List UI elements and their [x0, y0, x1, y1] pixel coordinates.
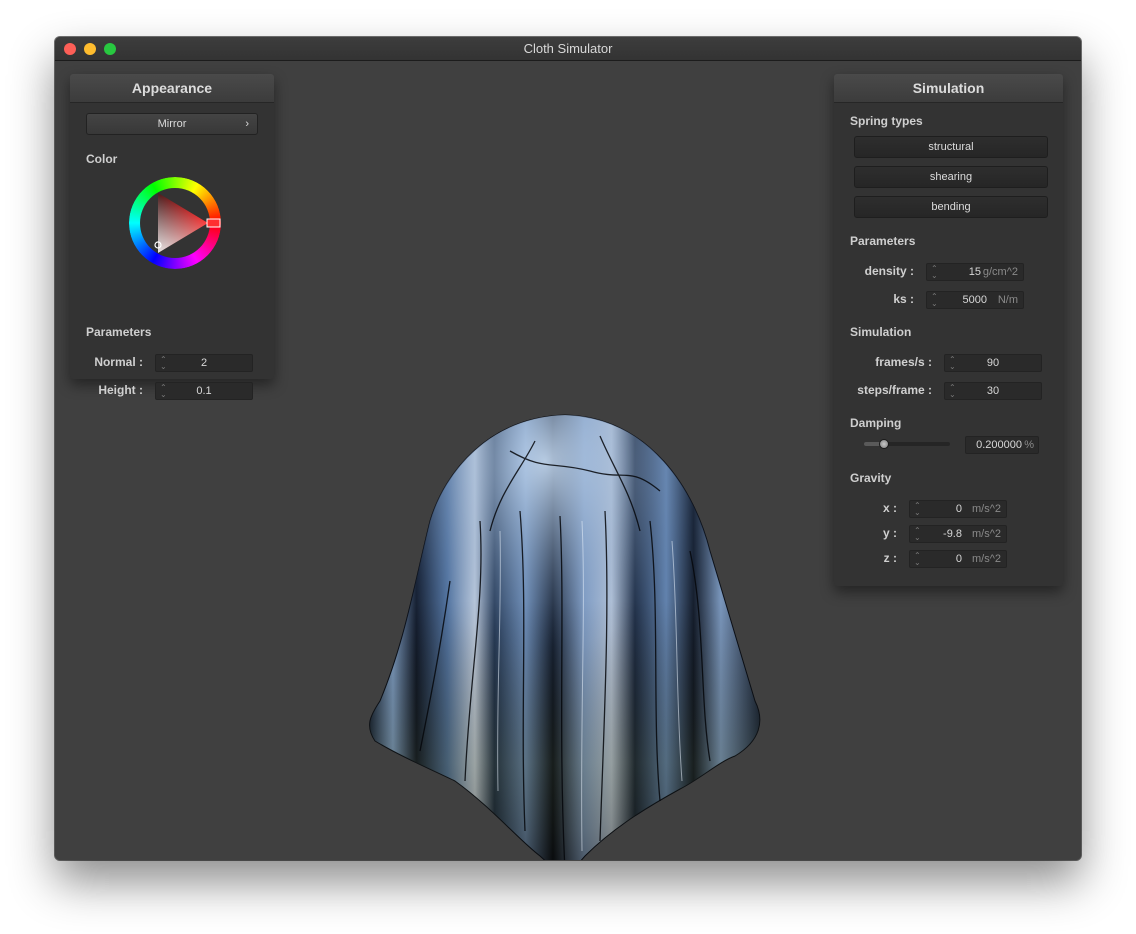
- gravity-z-unit: m/s^2: [972, 553, 1001, 565]
- height-field[interactable]: ⌃ ⌄ 0.1: [155, 382, 253, 400]
- spinner-icon[interactable]: ⌃ ⌄: [931, 265, 938, 280]
- simulation-section-label: Simulation: [850, 325, 912, 339]
- damping-slider-handle[interactable]: [879, 439, 890, 449]
- cloth-render: [369, 414, 761, 860]
- density-field[interactable]: ⌃ ⌄ 15 g/cm^2: [926, 263, 1024, 281]
- gravity-x-field[interactable]: ⌃ ⌄ 0 m/s^2: [909, 500, 1007, 518]
- steps-field[interactable]: ⌃ ⌄ 30: [944, 382, 1042, 400]
- spinner-icon[interactable]: ⌃ ⌄: [914, 552, 921, 567]
- app-window: Cloth Simulator Appearance Mirror › Colo…: [55, 37, 1081, 860]
- shader-select[interactable]: Mirror ›: [86, 113, 258, 135]
- shearing-toggle[interactable]: shearing: [854, 166, 1048, 188]
- density-unit: g/cm^2: [982, 266, 1018, 278]
- damping-label: Damping: [850, 416, 902, 430]
- color-label: Color: [86, 152, 118, 166]
- damping-field[interactable]: 0.200000 %: [965, 436, 1039, 454]
- spinner-icon[interactable]: ⌃ ⌄: [914, 502, 921, 517]
- density-label: density :: [864, 264, 914, 278]
- normal-field[interactable]: ⌃ ⌄ 2: [155, 354, 253, 372]
- ks-unit: N/m: [997, 294, 1018, 306]
- bending-toggle[interactable]: bending: [854, 196, 1048, 218]
- gravity-x-label: x :: [882, 501, 897, 515]
- density-value: 15: [968, 266, 981, 278]
- gravity-z-label: z :: [883, 551, 897, 565]
- gravity-y-unit: m/s^2: [972, 528, 1001, 540]
- normal-label: Normal :: [94, 355, 143, 369]
- normal-value: 2: [200, 357, 208, 369]
- steps-value: 30: [986, 385, 1000, 397]
- ks-field[interactable]: ⌃ ⌄ 5000 N/m: [926, 291, 1024, 309]
- spinner-icon[interactable]: ⌃ ⌄: [914, 527, 921, 542]
- title-bar: Cloth Simulator: [55, 37, 1081, 61]
- gravity-y-value: -9.8: [943, 528, 962, 540]
- appearance-parameters-label: Parameters: [86, 325, 152, 339]
- spinner-icon[interactable]: ⌃ ⌄: [931, 293, 938, 308]
- damping-unit: %: [1024, 439, 1034, 451]
- appearance-panel: Appearance Mirror › Color Parameters Nor…: [70, 74, 274, 400]
- fps-value: 90: [986, 357, 1000, 369]
- gravity-y-field[interactable]: ⌃ ⌄ -9.8 m/s^2: [909, 525, 1007, 543]
- fps-label: frames/s :: [875, 355, 932, 369]
- simulation-title: Simulation: [834, 74, 1063, 103]
- ks-label: ks :: [893, 292, 914, 306]
- damping-slider[interactable]: [864, 439, 950, 449]
- gravity-label: Gravity: [850, 471, 892, 485]
- gravity-x-unit: m/s^2: [972, 503, 1001, 515]
- structural-toggle[interactable]: structural: [854, 136, 1048, 158]
- fps-field[interactable]: ⌃ ⌄ 90: [944, 354, 1042, 372]
- spring-types-label: Spring types: [850, 114, 923, 128]
- color-wheel-icon[interactable]: [125, 175, 225, 271]
- gravity-y-label: y :: [882, 526, 897, 540]
- gravity-z-field[interactable]: ⌃ ⌄ 0 m/s^2: [909, 550, 1007, 568]
- ks-value: 5000: [962, 294, 987, 306]
- hue-handle[interactable]: [206, 218, 221, 228]
- gravity-z-value: 0: [955, 553, 962, 565]
- simulation-panel: Simulation Spring types structural shear…: [834, 74, 1063, 586]
- gravity-x-value: 0: [955, 503, 962, 515]
- appearance-title: Appearance: [70, 74, 274, 103]
- chevron-right-icon: ›: [245, 118, 249, 130]
- damping-value: 0.200000: [976, 439, 1022, 451]
- height-label: Height :: [98, 383, 143, 397]
- simulation-parameters-label: Parameters: [850, 234, 916, 248]
- height-value: 0.1: [196, 385, 212, 397]
- window-title: Cloth Simulator: [523, 41, 613, 56]
- shader-select-label: Mirror: [157, 118, 187, 130]
- steps-label: steps/frame :: [857, 383, 932, 397]
